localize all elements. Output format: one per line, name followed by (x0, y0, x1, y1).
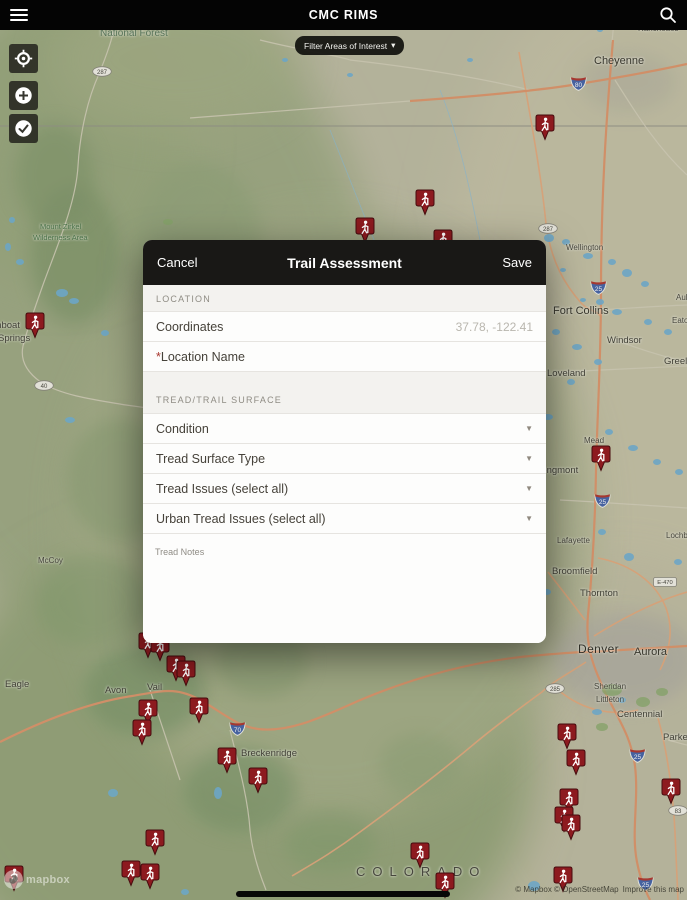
modal-header: Cancel Save (143, 240, 546, 285)
trail-marker[interactable] (661, 778, 681, 805)
tread-notes-textarea[interactable]: Tread Notes (143, 534, 546, 643)
trail-marker[interactable] (415, 189, 435, 216)
map-attribution: © Mapbox © OpenStreetMap Improve this map (515, 885, 684, 894)
trail-marker[interactable] (535, 114, 555, 141)
attribution-text: © Mapbox © OpenStreetMap (515, 885, 619, 894)
location-name-label: Location Name (160, 349, 245, 364)
trail-marker[interactable] (121, 860, 141, 887)
app-screen: National ForestRanchettesCheyenneWelling… (0, 0, 687, 900)
coordinates-row[interactable]: Coordinates 37.78, -122.41 (143, 312, 546, 342)
chevron-down-icon: ▼ (525, 424, 533, 433)
condition-dropdown[interactable]: Condition ▼ (143, 414, 546, 444)
tread-issues-dropdown[interactable]: Tread Issues (select all) ▼ (143, 474, 546, 504)
home-indicator[interactable] (236, 891, 450, 897)
filter-areas-label: Filter Areas of Interest (304, 40, 388, 51)
trail-marker[interactable] (561, 814, 581, 841)
trail-marker[interactable] (189, 697, 209, 724)
coordinates-label: Coordinates (156, 319, 224, 334)
chevron-down-icon: ▼ (525, 454, 533, 463)
coordinates-value: 37.78, -122.41 (455, 319, 533, 334)
trail-marker[interactable] (140, 863, 160, 890)
confirm-button[interactable] (9, 114, 38, 143)
chevron-down-icon: ▼ (525, 514, 533, 523)
plus-icon (15, 87, 32, 104)
crosshair-icon (14, 49, 33, 68)
trail-marker[interactable] (591, 445, 611, 472)
trail-marker[interactable] (145, 829, 165, 856)
trail-marker[interactable] (410, 842, 430, 869)
app-bar: CMC RIMS (0, 0, 687, 30)
trail-marker[interactable] (176, 660, 196, 687)
location-section-header: LOCATION (143, 285, 546, 312)
chevron-down-icon: ▾ (391, 40, 396, 50)
urban-tread-issues-dropdown[interactable]: Urban Tread Issues (select all) ▼ (143, 504, 546, 534)
menu-icon[interactable] (10, 9, 28, 21)
trail-marker[interactable] (217, 747, 237, 774)
trail-marker[interactable] (132, 719, 152, 746)
add-report-button[interactable] (9, 81, 38, 110)
improve-map-link[interactable]: Improve this map (623, 885, 684, 894)
cancel-button[interactable]: Cancel (157, 255, 197, 270)
search-icon[interactable] (659, 6, 677, 24)
chevron-down-icon: ▼ (525, 484, 533, 493)
locate-button[interactable] (9, 44, 38, 73)
app-title: CMC RIMS (308, 8, 379, 22)
trail-marker[interactable] (4, 865, 24, 892)
trail-marker[interactable] (248, 767, 268, 794)
trail-marker[interactable] (557, 723, 577, 750)
location-name-field[interactable]: *Location Name (143, 342, 546, 372)
tread-surface-type-dropdown[interactable]: Tread Surface Type ▼ (143, 444, 546, 474)
save-button[interactable]: Save (502, 255, 532, 270)
tread-section-header: TREAD/TRAIL SURFACE (143, 372, 546, 414)
trail-marker[interactable] (566, 749, 586, 776)
trail-assessment-modal: Cancel Save Trail Assessment LOCATION Co… (143, 240, 546, 643)
trail-marker[interactable] (25, 312, 45, 339)
tread-notes-placeholder: Tread Notes (155, 547, 205, 557)
filter-areas-button[interactable]: Filter Areas of Interest ▾ (295, 36, 405, 55)
check-icon (15, 120, 32, 137)
